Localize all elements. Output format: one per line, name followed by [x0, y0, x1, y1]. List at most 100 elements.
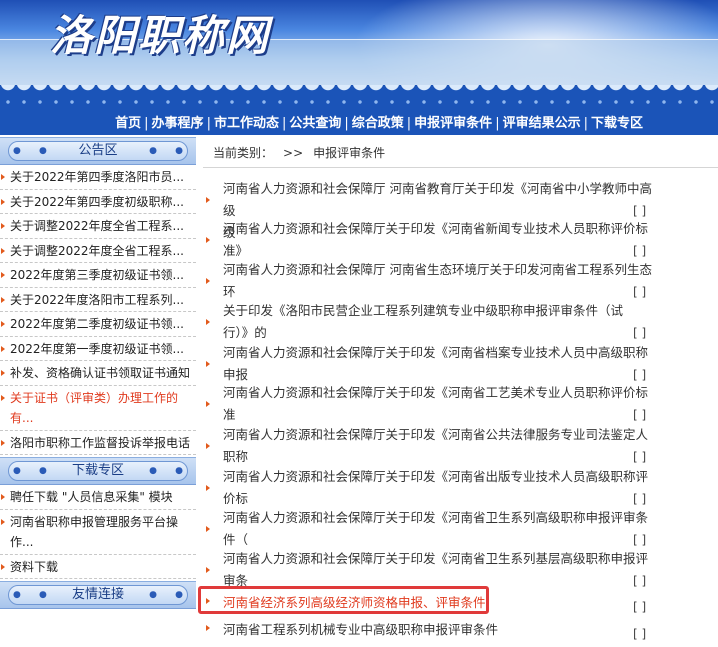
- links-title-pill: ● ● 友情连接 ● ●: [8, 585, 188, 605]
- announcement-item[interactable]: 补发、资格确认证书领取证书通知: [0, 361, 196, 386]
- announcements-title-pill: ● ● 公告区 ● ●: [8, 141, 188, 161]
- bullet-arrow-icon: [206, 401, 210, 407]
- nav-policies[interactable]: 综合政策: [352, 116, 404, 131]
- announcement-item[interactable]: 2022年度第三季度初级证书领...: [0, 263, 196, 288]
- download-item[interactable]: 聘任下载 "人员信息采集" 模块: [0, 485, 196, 510]
- nav-public-query[interactable]: 公共查询: [289, 116, 341, 131]
- announcement-item[interactable]: 关于调整2022年度全省工程系...: [0, 239, 196, 263]
- announcement-item[interactable]: 2022年度第二季度初级证书领...: [0, 312, 196, 337]
- links-header: ● ● 友情连接 ● ●: [0, 581, 196, 609]
- site-logo[interactable]: 洛阳职称网: [50, 2, 270, 63]
- nav-city-news[interactable]: 市工作动态: [214, 116, 279, 131]
- nav-home[interactable]: 首页: [115, 116, 141, 131]
- bullet-arrow-icon: [206, 526, 210, 532]
- nav-separator: |: [583, 116, 588, 131]
- bullet-arrow-icon: [206, 237, 210, 243]
- article-title[interactable]: 河南省人力资源和社会保障厅关于印发《河南省卫生系列高级职称申报评审条: [203, 507, 663, 529]
- article-item[interactable]: 关于印发《洛阳市民营企业工程系列建筑专业中级职称申报评审条件（试 行）》的 [ …: [203, 300, 663, 344]
- bullet-arrow-icon: [206, 361, 210, 367]
- article-title[interactable]: 河南省人力资源和社会保障厅关于印发《河南省卫生系列基层高级职称申报评: [203, 548, 663, 570]
- article-item[interactable]: 河南省人力资源和社会保障厅关于印发《河南省新闻专业技术人员职称评价标 准》 [ …: [203, 218, 663, 262]
- article-title[interactable]: 河南省人力资源和社会保障厅关于印发《河南省新闻专业技术人员职称评价标: [203, 218, 663, 240]
- bullet-arrow-icon: [206, 197, 210, 203]
- nav-separator: |: [144, 116, 149, 131]
- announcement-item[interactable]: 2022年度第一季度初级证书领...: [0, 337, 196, 361]
- announcements-list: 关于2022年第四季度洛阳市员... 关于2022年第四季度初级职称... 关于…: [0, 165, 196, 455]
- bullet-arrow-icon: [206, 443, 210, 449]
- article-item[interactable]: 河南省工程系列机械专业中高级职称申报评审条件 [ ]: [203, 619, 663, 641]
- nav-separator: |: [406, 116, 412, 131]
- article-title[interactable]: 河南省工程系列机械专业中高级职称申报评审条件: [203, 619, 663, 641]
- breadcrumb-arrow: >>: [283, 146, 304, 160]
- nav-separator: |: [344, 116, 349, 131]
- dot-icon: ●: [149, 146, 157, 156]
- article-item[interactable]: 河南省人力资源和社会保障厅 河南省生态环境厅关于印发河南省工程系列生态 环 [ …: [203, 259, 663, 303]
- bullet-arrow-icon: [206, 625, 210, 631]
- announcement-item[interactable]: 洛阳市职称工作监督投诉举报电话: [0, 431, 196, 455]
- links-title: 友情连接: [71, 587, 124, 602]
- highlight-box: [198, 586, 489, 614]
- breadcrumb-label: 当前类别：: [213, 146, 274, 160]
- announcements-header: ● ● 公告区 ● ●: [0, 137, 196, 165]
- dot-icon: ●: [39, 146, 47, 156]
- nav-scallop-decoration: [0, 85, 718, 99]
- breadcrumb: 当前类别： >> 申报评审条件: [203, 142, 718, 168]
- downloads-title: 下载专区: [71, 463, 124, 478]
- announcement-item[interactable]: 关于2022年度洛阳市工程系列...: [0, 288, 196, 312]
- site-banner: 洛阳职称网: [0, 0, 718, 85]
- article-bracket: [ ]: [633, 408, 647, 422]
- dot-icon: ●: [39, 590, 47, 600]
- nav-downloads[interactable]: 下载专区: [591, 116, 643, 131]
- article-title-cont[interactable]: 准: [203, 404, 663, 426]
- nav-dots-decoration: [0, 99, 718, 105]
- article-title[interactable]: 河南省人力资源和社会保障厅关于印发《河南省出版专业技术人员高级职称评: [203, 466, 663, 488]
- article-title[interactable]: 关于印发《洛阳市民营企业工程系列建筑专业中级职称申报评审条件（试: [203, 300, 663, 322]
- nav-separator: |: [206, 116, 211, 131]
- article-title[interactable]: 河南省人力资源和社会保障厅关于印发《河南省公共法律服务专业司法鉴定人: [203, 424, 663, 446]
- article-title[interactable]: 河南省人力资源和社会保障厅 河南省教育厅关于印发《河南省中小学教师中高级: [203, 178, 663, 222]
- dot-icon: ●: [149, 466, 157, 476]
- nav-review-conditions[interactable]: 申报评审条件: [414, 116, 492, 131]
- downloads-header: ● ● 下载专区 ● ●: [0, 457, 196, 485]
- article-bracket: [ ]: [633, 326, 647, 340]
- dot-icon: ●: [13, 146, 21, 156]
- article-bracket: [ ]: [633, 627, 647, 641]
- announcements-title: 公告区: [78, 143, 118, 158]
- article-bracket: [ ]: [633, 450, 647, 464]
- article-item[interactable]: 河南省人力资源和社会保障厅关于印发《河南省卫生系列高级职称申报评审条 件（ [ …: [203, 507, 663, 551]
- download-item[interactable]: 资料下载: [0, 555, 196, 579]
- bullet-arrow-icon: [206, 485, 210, 491]
- nav-procedures[interactable]: 办事程序: [152, 116, 204, 131]
- article-title-cont[interactable]: 行）》的: [203, 322, 663, 344]
- breadcrumb-current[interactable]: 申报评审条件: [313, 146, 385, 160]
- dot-icon: ●: [175, 146, 183, 156]
- sidebar: ● ● 公告区 ● ● 关于2022年第四季度洛阳市员... 关于2022年第四…: [0, 135, 196, 647]
- article-title[interactable]: 河南省人力资源和社会保障厅关于印发《河南省工艺美术专业人员职称评价标: [203, 382, 663, 404]
- announcement-item[interactable]: 关于2022年第四季度初级职称...: [0, 190, 196, 214]
- nav-separator: |: [281, 116, 287, 131]
- dot-icon: ●: [39, 466, 47, 476]
- nav-separator: |: [495, 116, 500, 131]
- dot-icon: ●: [13, 466, 21, 476]
- article-item[interactable]: 河南省人力资源和社会保障厅关于印发《河南省出版专业技术人员高级职称评 价标 [ …: [203, 466, 663, 510]
- dot-icon: ●: [175, 590, 183, 600]
- announcement-item[interactable]: 关于证书（评审类）办理工作的有...: [0, 386, 196, 431]
- main-nav: 首页 | 办事程序 | 市工作动态 | 公共查询 | 综合政策 | 申报评审条件 | 评审结果公示 | 下载…: [0, 85, 718, 135]
- nav-review-results[interactable]: 评审结果公示: [503, 116, 581, 131]
- nav-menu: 首页 | 办事程序 | 市工作动态 | 公共查询 | 综合政策 | 申报评审条件 | 评审结果公示 | 下载…: [115, 112, 643, 131]
- downloads-list: 聘任下载 "人员信息采集" 模块 河南省职称申报管理服务平台操作... 资料下载: [0, 485, 196, 579]
- article-item[interactable]: 河南省人力资源和社会保障厅关于印发《河南省档案专业技术人员中高级职称 申报 [ …: [203, 342, 663, 386]
- announcement-item[interactable]: 关于2022年第四季度洛阳市员...: [0, 165, 196, 190]
- article-item[interactable]: 河南省人力资源和社会保障厅关于印发《河南省公共法律服务专业司法鉴定人 职称 [ …: [203, 424, 663, 468]
- article-bracket: [ ]: [633, 574, 647, 588]
- article-item[interactable]: 河南省人力资源和社会保障厅关于印发《河南省工艺美术专业人员职称评价标 准 [ ]: [203, 382, 663, 426]
- article-title[interactable]: 河南省人力资源和社会保障厅关于印发《河南省档案专业技术人员中高级职称: [203, 342, 663, 364]
- dot-icon: ●: [175, 466, 183, 476]
- article-title[interactable]: 河南省人力资源和社会保障厅 河南省生态环境厅关于印发河南省工程系列生态: [203, 259, 663, 281]
- download-item[interactable]: 河南省职称申报管理服务平台操作...: [0, 510, 196, 555]
- dot-icon: ●: [149, 590, 157, 600]
- bullet-arrow-icon: [206, 319, 210, 325]
- bullet-arrow-icon: [206, 567, 210, 573]
- article-title-cont[interactable]: 职称: [203, 446, 663, 468]
- announcement-item[interactable]: 关于调整2022年度全省工程系...: [0, 214, 196, 239]
